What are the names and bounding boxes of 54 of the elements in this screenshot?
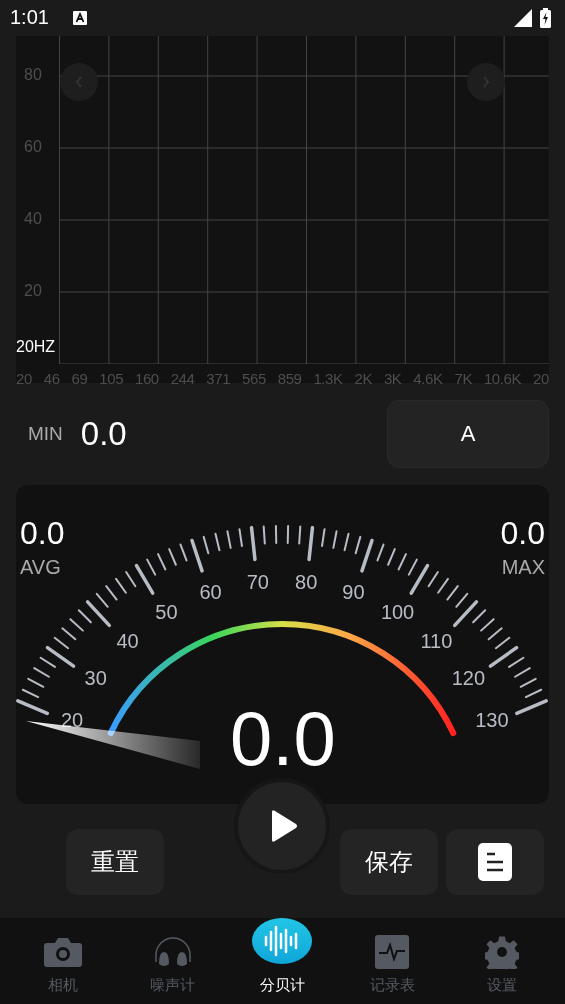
x-axis-label: 565 xyxy=(242,369,266,387)
avg-label: AVG xyxy=(20,555,61,579)
camera-icon xyxy=(42,936,83,968)
x-axis-label: 2K xyxy=(354,369,373,387)
headphones-icon xyxy=(152,936,193,968)
band-label: 20HZ xyxy=(16,337,56,356)
scale-label: 100 xyxy=(380,601,415,624)
x-axis-label: 1.3K xyxy=(313,369,343,387)
scale-label: 20 xyxy=(61,708,84,731)
x-axis-label: 46 xyxy=(43,369,60,387)
x-axis-label: 20 xyxy=(16,369,32,387)
scale-label: 90 xyxy=(342,581,365,604)
y-axis-label: 40 xyxy=(24,209,42,228)
x-axis-label: 69 xyxy=(71,369,88,387)
records-button[interactable] xyxy=(446,828,544,895)
pulse-chart-icon xyxy=(375,935,410,969)
nav-tab[interactable]: 分贝计 xyxy=(227,918,338,1004)
weighting-button[interactable]: A xyxy=(387,399,549,468)
battery-icon xyxy=(540,7,551,28)
scale-label: 40 xyxy=(116,630,139,653)
avg-value: 0.0 xyxy=(20,514,65,552)
signal-icon xyxy=(514,8,532,27)
scale-label: 60 xyxy=(199,581,222,604)
y-axis-label: 60 xyxy=(24,137,42,156)
x-axis-label: 3K xyxy=(383,369,402,387)
max-label: MAX xyxy=(501,555,545,579)
decibel-reading: 0.0 xyxy=(230,694,336,782)
x-axis-label: 244 xyxy=(170,369,195,387)
x-axis-label: 859 xyxy=(277,369,302,387)
notification-icon xyxy=(72,10,87,25)
scale-label: 120 xyxy=(451,666,486,689)
min-value: 0.0 xyxy=(80,414,127,453)
scale-label: 50 xyxy=(155,601,178,624)
scale-label: 110 xyxy=(420,630,453,653)
x-axis-label: 105 xyxy=(99,369,124,387)
min-label: MIN xyxy=(28,422,63,445)
x-axis-label: 20 xyxy=(532,369,549,387)
max-value: 0.0 xyxy=(500,514,545,552)
x-axis-label: 160 xyxy=(134,369,159,387)
settings-icon xyxy=(485,935,520,969)
scale-label: 130 xyxy=(475,708,509,731)
y-axis-label: 20 xyxy=(24,281,42,300)
x-axis-label: 7K xyxy=(454,369,473,387)
x-axis-label: 10.6K xyxy=(483,369,522,387)
x-axis-label: 371 xyxy=(206,369,231,387)
document-icon xyxy=(478,842,512,881)
y-axis-label: 80 xyxy=(24,65,42,84)
scale-label: 70 xyxy=(246,571,269,594)
scale-label: 80 xyxy=(295,571,318,594)
save-button[interactable]: 保存 xyxy=(340,828,438,895)
x-axis-label: 4.6K xyxy=(413,369,443,387)
reset-button[interactable]: 重置 xyxy=(66,828,164,895)
status-time: 1:01 xyxy=(10,6,49,30)
scale-label: 30 xyxy=(84,666,107,689)
